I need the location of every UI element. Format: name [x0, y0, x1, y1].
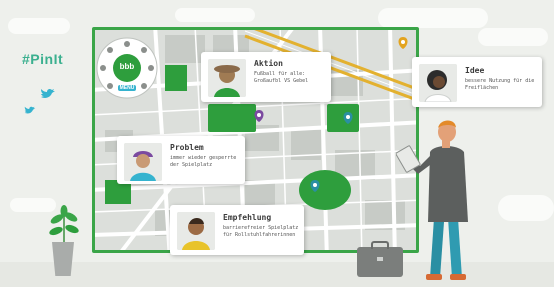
- card-title: Aktion: [254, 59, 283, 68]
- card-title: Problem: [170, 143, 204, 152]
- card-text: bessere Nutzung für die Freiflächen: [465, 78, 535, 91]
- man-illustration: [395, 118, 486, 283]
- card-idee[interactable]: Idee bessere Nutzung für die Freiflächen: [412, 57, 542, 107]
- briefcase-handle: [371, 241, 389, 249]
- card-empfehlung[interactable]: Empfehlung barrierefreier Spielplatz für…: [170, 205, 304, 255]
- menu-logo: bbb: [119, 62, 135, 71]
- briefcase-illustration: [357, 241, 403, 277]
- cloud: [8, 18, 70, 34]
- card-text: immer wieder gesperrte der Spielplatz: [170, 155, 237, 168]
- card-aktion[interactable]: Aktion Fußball für alle: Großaufbl VS Ge…: [201, 52, 331, 102]
- briefcase-clasp: [377, 257, 383, 261]
- avatar: [208, 59, 246, 97]
- menu-badge[interactable]: MENÜ: [118, 85, 136, 91]
- card-title: Idee: [465, 66, 485, 75]
- cloud: [478, 28, 548, 46]
- avatar: [177, 212, 215, 250]
- twitter-bird-icon: [24, 104, 36, 118]
- card-text: barrierefreier Spielplatz für Rollstuhlf…: [223, 225, 299, 238]
- cloud: [378, 8, 488, 28]
- plant-illustration: [44, 205, 84, 245]
- menu-wheel[interactable]: bbb MENÜ: [96, 37, 158, 99]
- hashtag-label: #PinIt: [22, 51, 64, 67]
- avatar: [124, 143, 162, 181]
- twitter-bird-icon: [40, 88, 56, 103]
- avatar: [419, 64, 457, 102]
- cloud: [175, 8, 255, 22]
- card-text: Fußball für alle: Großaufbl VS Gebel: [254, 71, 309, 84]
- card-problem[interactable]: Problem immer wieder gesperrte der Spiel…: [117, 136, 245, 184]
- card-title: Empfehlung: [223, 213, 272, 222]
- cloud: [498, 195, 554, 221]
- plant-pot: [52, 242, 74, 276]
